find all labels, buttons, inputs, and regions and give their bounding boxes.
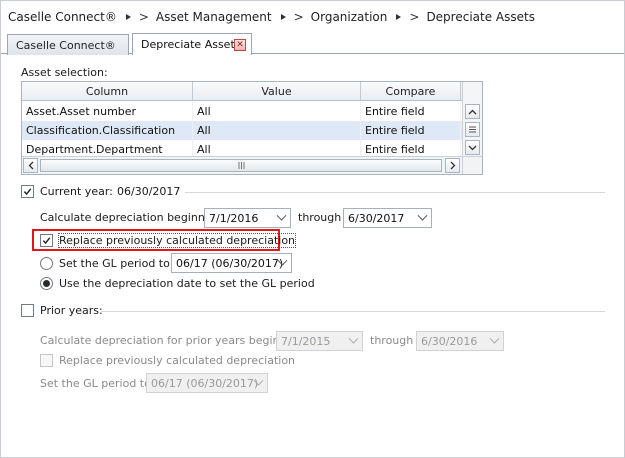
breadcrumb-separator: > [280,9,304,24]
section-divider [101,311,605,312]
asset-selection-grid: Column Value Compare Asset.Asset number … [21,81,483,175]
cell-compare[interactable]: Entire field [361,121,461,140]
gl-period-select[interactable]: 06/17 (06/30/2017) [171,253,292,273]
scroll-grip-icon [238,162,244,169]
cell-column[interactable]: Classification.Classification [22,121,193,140]
chevron-down-icon [417,210,428,221]
chevron-down-icon [276,210,287,221]
scrollbar-corner [462,156,482,174]
set-gl-period-radio[interactable] [40,257,53,270]
dropdown-triangle-icon[interactable] [280,13,286,20]
prior-replace-depreciation-checkbox[interactable] [40,354,53,367]
replace-depreciation-checkbox[interactable] [40,234,53,247]
breadcrumb-depreciate-assets[interactable]: Depreciate Assets [426,10,535,24]
breadcrumb-separator: > [125,9,149,24]
dropdown-triangle-icon[interactable] [125,13,131,20]
prior-set-gl-period-label: Set the GL period to [40,377,151,390]
checkmark-icon [23,188,32,196]
cell-compare[interactable]: Entire field [361,102,461,121]
cell-value[interactable]: All [193,102,361,121]
dropdown-triangle-icon[interactable] [396,13,402,20]
breadcrumb-organization[interactable]: Organization [311,10,388,24]
prior-replace-depreciation-label: Replace previously calculated depreciati… [59,354,296,367]
use-depreciation-date-radio[interactable] [40,277,53,290]
scroll-right-icon[interactable] [445,158,460,173]
horizontal-scrollbar[interactable] [22,156,462,174]
current-begin-date-value: 7/1/2016 [209,211,259,225]
chevron-right-icon: > [293,9,304,24]
checkmark-icon [42,237,51,245]
current-year-date: 06/30/2017 [117,185,181,198]
scroll-left-icon[interactable] [23,158,38,173]
breadcrumb-caselle-connect[interactable]: Caselle Connect® [8,10,117,24]
radio-selected-dot [43,280,50,287]
current-year-checkbox[interactable] [21,185,34,198]
grid-header: Column Value Compare [22,82,462,101]
breadcrumb-asset-management[interactable]: Asset Management [156,10,272,24]
breadcrumb-separator: > [396,10,419,24]
table-row[interactable]: Asset.Asset number All Entire field [22,102,462,121]
chevron-down-icon [489,333,500,344]
prior-gl-period-value: 06/17 (06/30/2017) [151,376,259,390]
table-row[interactable]: Classification.Classification All Entire… [22,121,462,140]
through-label: through [298,211,342,224]
current-end-date-select[interactable]: 6/30/2017 [343,208,432,228]
tab-label: Depreciate Assets [141,38,241,51]
cell-column[interactable]: Asset.Asset number [22,102,193,121]
tab-label: Caselle Connect® [16,38,116,52]
replace-depreciation-label[interactable]: Replace previously calculated depreciati… [57,233,297,248]
scroll-down-icon[interactable] [465,140,480,155]
scroll-up-icon[interactable] [465,104,480,119]
close-icon[interactable]: ✕ [234,39,246,51]
set-gl-period-label: Set the GL period to: [59,257,174,270]
prior-gl-period-select[interactable]: 06/17 (06/30/2017) [146,373,268,393]
column-header-column[interactable]: Column [22,82,193,101]
prior-begin-date-value: 7/1/2015 [281,334,331,348]
chevron-right-icon: > [409,9,420,24]
calc-depreciation-beginning-label: Calculate depreciation beginning [40,211,222,224]
prior-years-label: Prior years: [40,304,103,317]
depreciate-assets-panel: Asset selection: Column Value Compare As… [9,55,618,453]
tab-depreciate-assets[interactable]: Depreciate Assets ✕ [132,33,252,55]
prior-begin-date-select[interactable]: 7/1/2015 [276,331,363,351]
section-divider [185,192,605,193]
current-end-date-value: 6/30/2017 [348,211,405,225]
gl-period-value: 06/17 (06/30/2017) [176,256,284,270]
prior-years-checkbox[interactable] [21,304,34,317]
column-header-compare[interactable]: Compare [361,82,461,101]
chevron-down-icon [348,333,359,344]
tab-strip: Caselle Connect® Depreciate Assets ✕ [1,32,624,55]
asset-selection-label: Asset selection: [21,66,108,79]
column-header-value[interactable]: Value [193,82,361,101]
prior-through-label: through [370,334,414,347]
depreciate-assets-window: Caselle Connect® > Asset Management > Or… [0,0,625,458]
prior-end-date-select[interactable]: 6/30/2016 [416,331,504,351]
prior-end-date-value: 6/30/2016 [421,334,478,348]
vertical-scrollbar[interactable] [462,82,482,157]
breadcrumb: Caselle Connect® > Asset Management > Or… [1,1,624,32]
chevron-right-icon: > [138,9,149,24]
current-begin-date-select[interactable]: 7/1/2016 [204,208,291,228]
cell-value[interactable]: All [193,121,361,140]
tab-caselle-connect[interactable]: Caselle Connect® [7,34,129,55]
scroll-thumb-grip-icon[interactable] [465,122,480,137]
horizontal-scroll-thumb[interactable] [40,159,442,172]
current-year-label: Current year: [40,185,113,198]
use-depreciation-date-label: Use the depreciation date to set the GL … [59,277,315,290]
prior-calc-depreciation-label: Calculate depreciation for prior years b… [40,334,304,347]
